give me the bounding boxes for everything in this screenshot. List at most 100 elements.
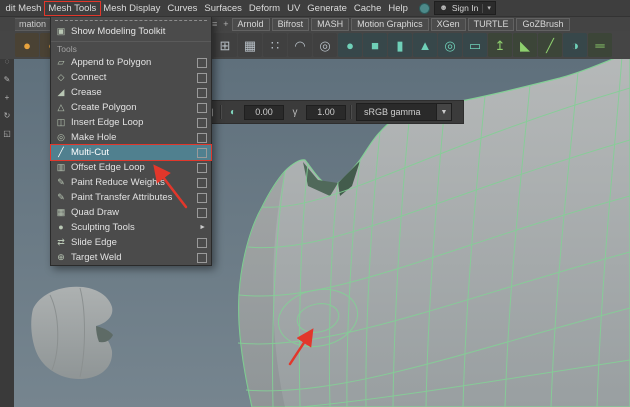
shelf-icon-mash-network[interactable]: ⊞ (213, 33, 237, 57)
shelf-icon-mash-points[interactable]: ∷ (263, 33, 287, 57)
shelf-tab-animation-partial[interactable]: mation (15, 17, 52, 31)
shelf-icon-poly-torus[interactable]: ◎ (438, 33, 462, 57)
toolbar-separator (350, 105, 352, 119)
chevron-down-icon[interactable]: ▾ (487, 4, 491, 12)
option-box[interactable] (197, 57, 207, 68)
person-icon: ☻ (439, 3, 448, 12)
shelf-add-icon[interactable]: + (220, 19, 231, 29)
bevel-icon: ◣ (520, 37, 530, 53)
gamma-icon[interactable]: γ (288, 107, 302, 118)
crease-icon: ◢ (57, 87, 65, 97)
menubar-item-curves[interactable]: Curves (164, 2, 201, 15)
option-box[interactable] (197, 177, 207, 188)
menu-item-show-modeling-toolkit[interactable]: ▣ Show Modeling Toolkit (51, 24, 211, 39)
menu-item-paint-reduce-weights[interactable]: ✎ Paint Reduce Weights (51, 175, 211, 190)
shelf-icon-extrude[interactable]: ↥ (488, 33, 512, 57)
option-box[interactable] (197, 147, 207, 158)
paint-select-tool-icon[interactable]: ✎ (4, 70, 11, 88)
offset-edge-loop-icon: ▥ (56, 162, 66, 172)
menubar-item-surfaces[interactable]: Surfaces (201, 2, 246, 15)
chevron-down-icon[interactable]: ▼ (436, 104, 451, 120)
menubar-item-cache[interactable]: Cache (350, 2, 384, 15)
shelf-icon-poly-plane[interactable]: ▭ (463, 33, 487, 57)
option-box[interactable] (197, 102, 207, 113)
poly-torus-icon: ◎ (444, 37, 456, 53)
option-box[interactable] (197, 72, 207, 83)
modeling-toolkit-icon: ▣ (56, 26, 66, 36)
shelf-icon-smooth[interactable]: ◑ (563, 33, 587, 57)
menu-item-crease[interactable]: ◢ Crease (51, 85, 211, 100)
gamma-field[interactable]: 1.00 (306, 104, 346, 120)
menu-item-offset-edge-loop[interactable]: ▥ Offset Edge Loop (51, 160, 211, 175)
menu-item-label: Quad Draw (71, 207, 120, 218)
option-box[interactable] (197, 162, 207, 173)
shelf-icon-mash-grid[interactable]: ▦ (238, 33, 262, 57)
option-box[interactable] (197, 252, 207, 263)
menu-item-label: Target Weld (71, 252, 122, 263)
mash-curve-icon: ◠ (294, 37, 306, 53)
menu-item-paint-transfer-attributes[interactable]: ✎ Paint Transfer Attributes (51, 190, 211, 205)
rotate-tool-icon[interactable]: ↻ (4, 106, 11, 124)
shelf-tab-arnold[interactable]: Arnold (231, 17, 270, 31)
mesh-foot[interactable] (31, 286, 113, 380)
shelf-tab-xgen[interactable]: XGen (430, 17, 466, 31)
menubar-item-help[interactable]: Help (385, 2, 412, 15)
shelf-icon-poly-cone[interactable]: ▲ (413, 33, 437, 57)
menu-item-quad-draw[interactable]: ▦ Quad Draw (51, 205, 211, 220)
sign-in-button[interactable]: ☻ Sign In ▾ (434, 1, 496, 15)
exposure-field[interactable]: 0.00 (244, 104, 284, 120)
menubar-item-mesh-display[interactable]: Mesh Display (100, 2, 164, 15)
scale-tool-icon[interactable]: ◱ (3, 124, 11, 142)
shelf-tab-bifrost[interactable]: Bifrost (271, 17, 310, 31)
shelf-icon-bevel[interactable]: ◣ (513, 33, 537, 57)
option-box[interactable] (197, 237, 207, 248)
shelf-icon-mash-world[interactable]: ◎ (313, 33, 337, 57)
menu-item-label: Make Hole (71, 132, 117, 143)
option-box[interactable] (197, 192, 207, 203)
option-box[interactable] (197, 132, 207, 143)
menubar-item-generate[interactable]: Generate (304, 2, 351, 15)
mesh-tools-menu: ▣ Show Modeling Toolkit Tools ▱ Append t… (50, 16, 212, 266)
shelf-tab-turtle[interactable]: TURTLE (467, 17, 515, 31)
menu-item-create-polygon[interactable]: △ Create Polygon (51, 100, 211, 115)
menu-item-slide-edge[interactable]: ⇄ Slide Edge (51, 235, 211, 250)
shelf-tab-gozbrush[interactable]: GoZBrush (516, 17, 570, 31)
menu-item-label: Slide Edge (71, 237, 117, 248)
shelf-icon-shaded-sphere[interactable]: ● (15, 33, 39, 57)
shelf-icon-poly-cylinder[interactable]: ▮ (388, 33, 412, 57)
shelf-icon-poly-sphere[interactable]: ● (338, 33, 362, 57)
menu-item-label: Paint Reduce Weights (71, 177, 165, 188)
menubar-item-mesh-tools[interactable]: Mesh Tools (43, 0, 101, 16)
move-tool-icon[interactable]: + (5, 88, 10, 106)
shelf-tab-motion-graphics[interactable]: Motion Graphics (351, 17, 429, 31)
shelf-icon-multi-cut[interactable]: ╱ (538, 33, 562, 57)
mash-world-icon: ◎ (319, 37, 331, 53)
main-menubar: dit Mesh Mesh Tools Mesh Display Curves … (0, 0, 630, 17)
toolbox-strip: ▶ ◌ ✎ + ↻ ◱ (0, 30, 14, 407)
option-box[interactable] (197, 117, 207, 128)
menu-item-target-weld[interactable]: ⊕ Target Weld (51, 250, 211, 265)
menu-item-multi-cut[interactable]: ╱ Multi-Cut (50, 144, 212, 161)
shelf-icon-poly-cube[interactable]: ■ (363, 33, 387, 57)
menu-tearoff-handle[interactable] (51, 17, 211, 24)
menu-item-label: Append to Polygon (71, 57, 152, 68)
menu-item-make-hole[interactable]: ◎ Make Hole (51, 130, 211, 145)
menubar-item-deform[interactable]: Deform (245, 2, 283, 15)
maya-window: ▶ ◌ ✎ + ↻ ◱ ▤ ◧ ◨ ◐ 0.00 γ 1.00 sRGB gam… (0, 0, 630, 407)
menu-item-sculpting-tools[interactable]: ● Sculpting Tools ► (51, 220, 211, 235)
submenu-arrow-icon: ► (199, 224, 206, 231)
menu-item-connect[interactable]: ◇ Connect (51, 70, 211, 85)
menu-item-insert-edge-loop[interactable]: ◫ Insert Edge Loop (51, 115, 211, 130)
option-box[interactable] (197, 207, 207, 218)
menubar-item-edit-mesh[interactable]: dit Mesh (2, 2, 45, 15)
menubar-item-uv[interactable]: UV (284, 2, 304, 15)
menu-item-append-to-polygon[interactable]: ▱ Append to Polygon (51, 55, 211, 70)
view-transform-dropdown[interactable]: sRGB gamma ▼ (356, 103, 452, 121)
view-transform-label: sRGB gamma (364, 107, 421, 117)
shelf-icon-mash-curve[interactable]: ◠ (288, 33, 312, 57)
shelf-icon-bridge[interactable]: ═ (588, 33, 612, 57)
option-box[interactable] (197, 87, 207, 98)
shelf-tab-mash[interactable]: MASH (311, 17, 350, 31)
exposure-icon[interactable]: ◐ (226, 107, 240, 118)
quad-draw-icon: ▦ (56, 207, 66, 217)
